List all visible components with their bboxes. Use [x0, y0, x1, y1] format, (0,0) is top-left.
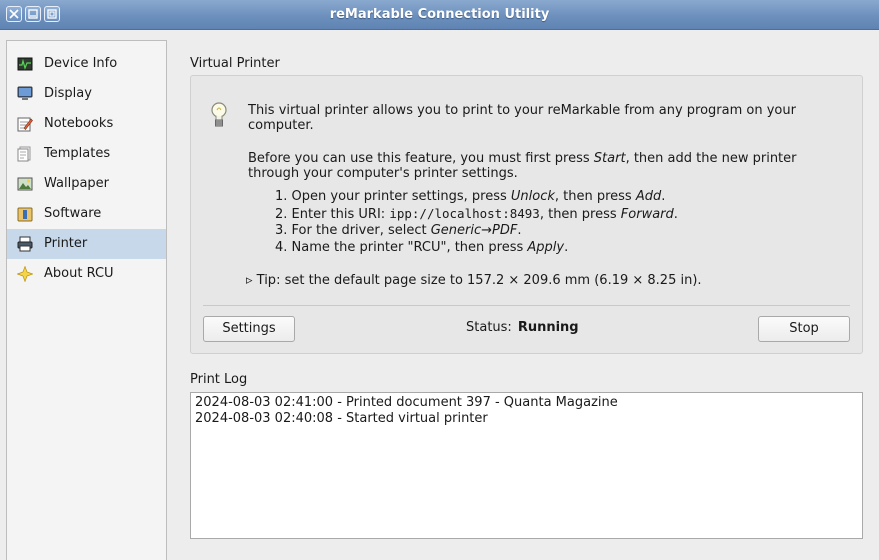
virtual-printer-title: Virtual Printer	[190, 56, 280, 71]
notebooks-icon	[17, 117, 33, 132]
before-line-2: through your computer's printer settings…	[248, 166, 518, 181]
step-1: 1. Open your printer settings, press Unl…	[275, 189, 666, 204]
device-info-icon	[17, 57, 33, 71]
before-line-1: Before you can use this feature, you mus…	[248, 151, 797, 166]
status-value: Running	[517, 320, 579, 335]
stop-button[interactable]: Stop	[758, 316, 850, 342]
sidebar-item-templates[interactable]: Templates	[7, 139, 166, 169]
sidebar-item-display[interactable]: Display	[7, 79, 166, 109]
sidebar-item-software[interactable]: Software	[7, 199, 166, 229]
printer-icon	[17, 236, 33, 252]
sidebar-item-label: Software	[44, 206, 102, 221]
print-log[interactable]: 2024-08-03 02:41:00 - Printed document 3…	[190, 392, 863, 539]
settings-button[interactable]: Settings	[203, 316, 295, 342]
step-4: 4. Name the printer "RCU", then press Ap…	[275, 240, 569, 255]
status-label: Status:	[466, 320, 512, 335]
title-bar: reMarkable Connection Utility	[0, 0, 879, 30]
print-log-title: Print Log	[190, 372, 248, 387]
sidebar-item-label: About RCU	[44, 266, 114, 281]
sidebar-item-label: Notebooks	[44, 116, 114, 131]
window-title: reMarkable Connection Utility	[329, 7, 550, 22]
divider	[203, 305, 850, 306]
sidebar-item-about[interactable]: About RCU	[7, 259, 166, 289]
wallpaper-icon	[17, 177, 33, 191]
sidebar-item-notebooks[interactable]: Notebooks	[7, 109, 166, 139]
sidebar-item-wallpaper[interactable]: Wallpaper	[7, 169, 166, 199]
sidebar-item-printer[interactable]: Printer	[7, 229, 166, 259]
intro-line-1: This virtual printer allows you to print…	[248, 103, 796, 118]
tip-toggle[interactable]: ▹ Tip: set the default page size to 157.…	[246, 273, 702, 288]
intro-line-2: computer.	[248, 118, 314, 133]
log-entry: 2024-08-03 02:40:08 - Started virtual pr…	[195, 411, 488, 426]
printer-uri: ipp://localhost:8493	[389, 206, 540, 221]
sidebar: Device Info Display Notebooks Templates	[6, 40, 167, 560]
printer-status: Status: Running	[466, 320, 579, 335]
lightbulb-icon	[211, 102, 227, 127]
sidebar-item-device-info[interactable]: Device Info	[7, 49, 166, 79]
step-2: 2. Enter this URI: ipp://localhost:8493,…	[275, 206, 678, 222]
templates-icon	[17, 146, 31, 162]
step-3: 3. For the driver, select Generic→PDF.	[275, 223, 522, 238]
software-icon	[17, 207, 33, 222]
sidebar-item-label: Display	[44, 86, 92, 101]
sidebar-item-label: Device Info	[44, 56, 118, 71]
about-icon	[17, 266, 33, 282]
sidebar-item-label: Wallpaper	[44, 176, 110, 191]
sidebar-item-label: Printer	[44, 236, 88, 251]
sidebar-item-label: Templates	[44, 146, 111, 161]
display-icon	[17, 86, 33, 100]
log-entry: 2024-08-03 02:41:00 - Printed document 3…	[195, 395, 618, 410]
